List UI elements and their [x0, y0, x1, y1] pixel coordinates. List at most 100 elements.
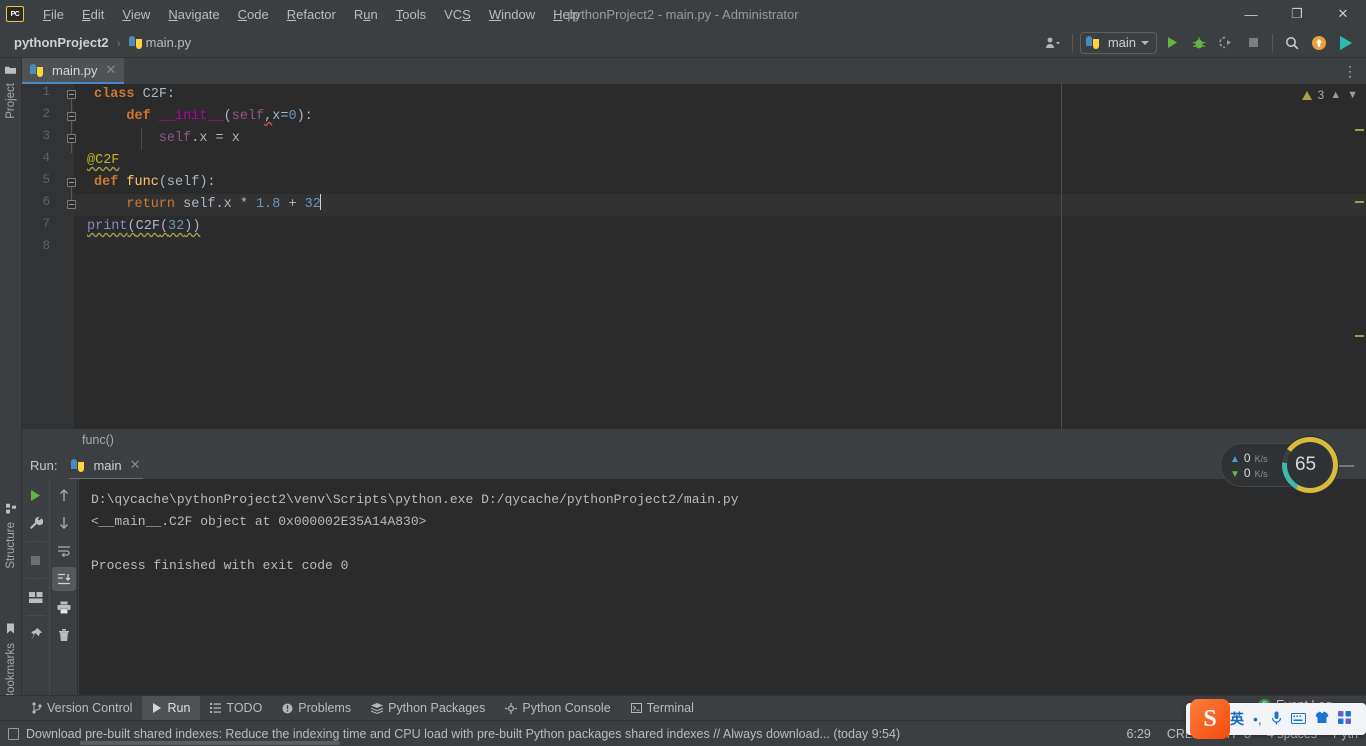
scroll-to-end-icon[interactable]: [51, 567, 76, 591]
menu-edit-label: dit: [90, 6, 105, 22]
ime-punctuation-icon[interactable]: •,: [1253, 711, 1262, 727]
ime-keyboard-icon[interactable]: [1290, 711, 1306, 727]
status-notification-text: Download pre-built shared indexes: Reduc…: [26, 726, 901, 741]
menu-view[interactable]: View: [113, 3, 159, 26]
soft-wrap-icon[interactable]: [52, 539, 76, 563]
menu-run[interactable]: Run: [345, 3, 387, 26]
layout-icon[interactable]: [24, 585, 48, 609]
breadcrumb-file[interactable]: main.py: [125, 33, 196, 52]
run-with-coverage-icon[interactable]: [1214, 32, 1238, 54]
ime-apps-icon[interactable]: [1337, 711, 1351, 727]
warning-marker[interactable]: [1355, 335, 1364, 337]
horizontal-scrollbar[interactable]: [80, 741, 340, 745]
breadcrumb-separator: ›: [116, 35, 121, 50]
code-content[interactable]: class C2F: def __init__(self,x=0): self.…: [74, 84, 1366, 429]
code-keyword-def: def: [126, 109, 151, 124]
ime-skin-icon[interactable]: [1315, 711, 1329, 727]
bottom-tab-python-console[interactable]: Python Console: [495, 696, 620, 721]
search-everywhere-icon[interactable]: [1280, 32, 1304, 54]
close-icon[interactable]: ✕: [106, 62, 117, 78]
console-line-exit: Process finished with exit code 0: [91, 558, 349, 573]
stop-icon[interactable]: [24, 548, 48, 572]
menu-window[interactable]: Window: [480, 3, 544, 26]
user-settings-icon[interactable]: [1041, 32, 1065, 54]
error-stripe[interactable]: [1352, 84, 1366, 429]
ide-assistant-icon[interactable]: [1334, 32, 1358, 54]
print-icon[interactable]: [52, 595, 76, 619]
menu-refactor[interactable]: Refactor: [278, 3, 345, 26]
caret-position-widget[interactable]: 6:29: [1127, 727, 1151, 741]
bottom-tab-todo[interactable]: TODO: [200, 696, 272, 721]
warning-marker[interactable]: [1355, 129, 1364, 131]
menu-tools[interactable]: Tools: [387, 3, 435, 26]
breadcrumb-project[interactable]: pythonProject2: [10, 33, 113, 52]
warning-marker[interactable]: [1355, 201, 1364, 203]
code-arg-32: 32: [168, 219, 185, 234]
bottom-tab-problems[interactable]: Problems: [272, 696, 361, 721]
ime-toolbar[interactable]: S 英 •,: [1186, 699, 1366, 739]
python-file-icon: [71, 458, 85, 472]
sogou-logo-icon[interactable]: S: [1190, 699, 1230, 739]
bottom-tab-python-console-label: Python Console: [522, 701, 611, 715]
run-tab-label: main: [93, 457, 122, 473]
fold-region-line: [71, 99, 72, 153]
ime-microphone-icon[interactable]: [1271, 711, 1282, 728]
status-notification[interactable]: Download pre-built shared indexes: Reduc…: [0, 727, 900, 741]
bookmark-icon: [7, 624, 16, 638]
sidebar-item-project[interactable]: Project: [0, 62, 22, 123]
settings-wrench-icon[interactable]: [24, 511, 48, 535]
code-paren-open-2: (: [159, 219, 169, 234]
menu-navigate-label: avigate: [177, 6, 220, 22]
close-icon[interactable]: ✕: [130, 457, 141, 473]
editor-options-icon[interactable]: ⋮: [1343, 58, 1366, 84]
minimize-button[interactable]: —: [1228, 0, 1274, 28]
line-number: 1: [42, 85, 50, 99]
cpu-usage-gauge[interactable]: 65%: [1282, 437, 1338, 493]
arrow-up-icon: ▲: [1230, 453, 1240, 465]
breadcrumb-file-label: main.py: [145, 35, 192, 50]
editor-gutter[interactable]: 1 2 3 4 5 6 7 8: [22, 84, 76, 429]
ime-language-icon[interactable]: 英: [1230, 709, 1244, 729]
bottom-tool-tabs: Version Control Run TODO Problems Python…: [0, 695, 1366, 721]
cpu-usage-unit: %: [1316, 459, 1326, 471]
menu-code[interactable]: Code: [229, 3, 278, 26]
editor-tab-main-py[interactable]: main.py ✕: [22, 58, 125, 84]
previous-occurrence-icon[interactable]: [52, 483, 76, 507]
editor-breadcrumb[interactable]: func(): [22, 429, 1366, 451]
run-tab-main[interactable]: main ✕: [63, 454, 148, 480]
pin-icon[interactable]: [24, 622, 48, 646]
bottom-tab-run[interactable]: Run: [142, 695, 201, 721]
run-console-output[interactable]: D:\qycache\pythonProject2\venv\Scripts\p…: [79, 479, 1366, 695]
run-icon[interactable]: [1160, 32, 1184, 54]
update-icon[interactable]: [1307, 32, 1331, 54]
debug-icon[interactable]: [1187, 32, 1211, 54]
menu-edit[interactable]: Edit: [73, 3, 113, 26]
rerun-icon[interactable]: [24, 483, 48, 507]
code-paren-close: )): [184, 219, 201, 234]
bottom-tab-python-packages[interactable]: Python Packages: [361, 696, 495, 721]
code-editor[interactable]: 1 2 3 4 5 6 7 8 class C2F: def __init__(…: [22, 84, 1366, 429]
clear-all-icon[interactable]: [52, 623, 76, 647]
sidebar-item-bookmarks[interactable]: Bookmarks: [0, 620, 22, 705]
toolbar-divider: [25, 615, 46, 616]
bottom-tab-terminal[interactable]: Terminal: [621, 696, 704, 721]
system-meter-widget[interactable]: ▲ 0 K/s ▼ 0 K/s 65%: [1220, 437, 1338, 493]
menu-navigate[interactable]: Navigate: [159, 3, 228, 26]
minimize-tool-window-button[interactable]: —: [1339, 457, 1366, 474]
menu-bar: File Edit View Navigate Code Refactor Ru…: [34, 3, 589, 26]
bottom-tab-problems-label: Problems: [298, 701, 352, 715]
chevron-up-icon[interactable]: ▲: [1330, 89, 1341, 101]
bottom-tab-run-label: Run: [167, 701, 191, 715]
inspection-widget[interactable]: 3 ▲ ▼: [1301, 88, 1358, 102]
menu-vcs[interactable]: VCS: [435, 3, 480, 26]
next-occurrence-icon[interactable]: [52, 511, 76, 535]
close-button[interactable]: ✕: [1320, 0, 1366, 28]
stop-icon[interactable]: [1241, 32, 1265, 54]
run-configuration-selector[interactable]: main: [1079, 31, 1157, 54]
maximize-button[interactable]: ❐: [1274, 0, 1320, 28]
menu-file[interactable]: File: [34, 3, 73, 26]
bottom-tab-version-control[interactable]: Version Control: [22, 696, 142, 721]
breadcrumb: pythonProject2 › main.py: [0, 33, 195, 52]
sidebar-item-structure[interactable]: Structure: [0, 500, 22, 573]
menu-help[interactable]: Help: [544, 3, 589, 26]
